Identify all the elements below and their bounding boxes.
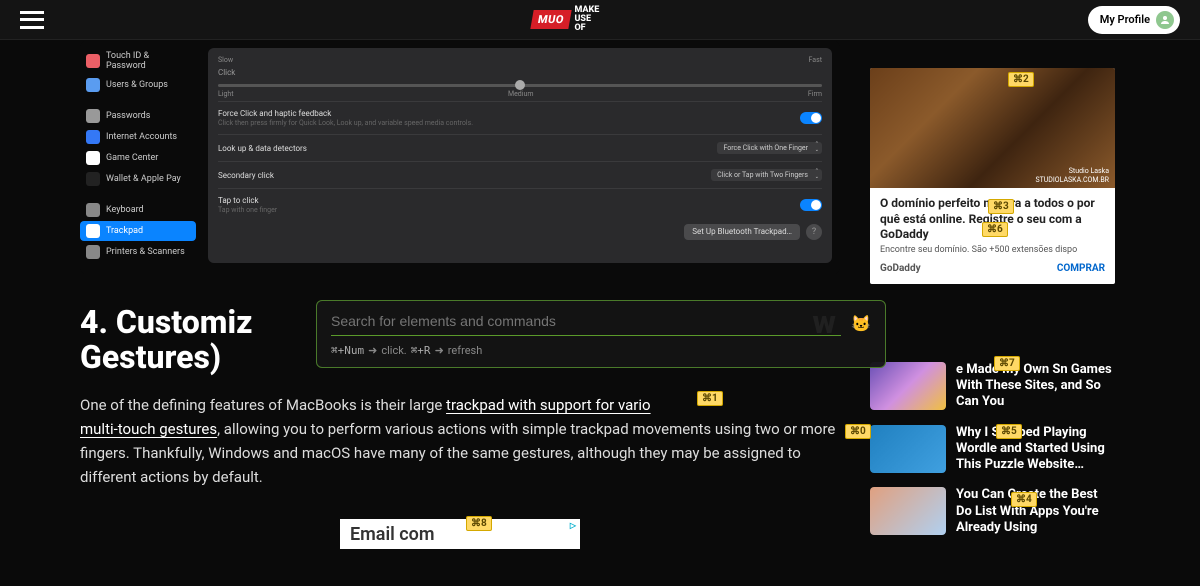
macos-sidebar-item[interactable]: Game Center: [80, 148, 196, 168]
adchoices-icon[interactable]: ▷: [570, 521, 576, 530]
help-button[interactable]: ?: [806, 224, 822, 240]
ad-cta-button[interactable]: COMPRAR: [1057, 263, 1105, 274]
profile-label: My Profile: [1100, 13, 1150, 26]
trending-item[interactable]: Why I Stopped Playing Wordle and Started…: [870, 425, 1115, 474]
gestures-link[interactable]: multi-touch gestures: [80, 420, 217, 438]
command-palette[interactable]: 🐱 ⌘+Num➜click. ⌘+R➜refresh: [316, 300, 886, 368]
macos-screenshot: Touch ID & PasswordUsers & Groups Passwor…: [80, 40, 840, 275]
macos-sidebar-item[interactable]: Trackpad: [80, 221, 196, 241]
macos-sidebar-item[interactable]: Internet Accounts: [80, 127, 196, 147]
macos-sidebar-item[interactable]: Users & Groups: [80, 75, 196, 95]
right-sidebar: Ad Studio LaskaSTUDIOLASKA.COM.BR O domí…: [870, 40, 1115, 586]
macos-sidebar: Touch ID & PasswordUsers & Groups Passwor…: [80, 48, 200, 263]
shortcut-tag: ⌘7: [994, 356, 1020, 371]
avatar-icon: [1156, 11, 1174, 29]
trending-item[interactable]: You Can Create the Best Do List With App…: [870, 487, 1115, 536]
shortcut-tag: ⌘1: [697, 391, 723, 406]
command-input[interactable]: [331, 311, 841, 336]
shortcut-tag: ⌘5: [996, 424, 1022, 439]
trending-item[interactable]: e Made My Own Sn Games With These Sites,…: [870, 362, 1115, 411]
macos-sidebar-item[interactable]: Keyboard: [80, 200, 196, 220]
command-hints: ⌘+Num➜click. ⌘+R➜refresh: [331, 344, 871, 357]
setup-bluetooth-button[interactable]: Set Up Bluetooth Trackpad…: [684, 224, 800, 240]
menu-icon[interactable]: [20, 11, 44, 29]
macos-sidebar-item[interactable]: Wallet & Apple Pay: [80, 169, 196, 189]
shortcut-tag: ⌘4: [1011, 492, 1037, 507]
macos-sidebar-item[interactable]: Passwords: [80, 106, 196, 126]
inline-ad[interactable]: Email com ▷: [340, 519, 580, 549]
ad-image: Studio LaskaSTUDIOLASKA.COM.BR: [870, 68, 1115, 188]
profile-button[interactable]: My Profile: [1088, 6, 1180, 34]
cat-icon: 🐱: [851, 314, 871, 333]
shortcut-tag: ⌘2: [1008, 72, 1034, 87]
logo-badge: MUO: [531, 10, 572, 29]
logo-text: MAKEUSEOF: [574, 6, 599, 33]
sidebar-ad[interactable]: Ad Studio LaskaSTUDIOLASKA.COM.BR O domí…: [870, 68, 1115, 284]
macos-panel: SlowFast Click LightMediumFirm Force Cli…: [208, 48, 832, 263]
shortcut-tag: ⌘6: [982, 222, 1008, 237]
shortcut-tag: ⌘8: [466, 516, 492, 531]
ad-subtitle: Encontre seu domínio. São +500 extensões…: [880, 245, 1105, 255]
toggle[interactable]: [800, 199, 822, 211]
site-header: MUO MAKEUSEOF My Profile: [0, 0, 1200, 40]
macos-sidebar-item[interactable]: Printers & Scanners: [80, 242, 196, 262]
secondary-select[interactable]: Click or Tap with Two Fingers: [711, 169, 822, 181]
shortcut-tag: ⌘3: [988, 199, 1014, 214]
shortcut-tag: ⌘0: [845, 424, 871, 439]
macos-sidebar-item[interactable]: Touch ID & Password: [80, 48, 196, 74]
article-paragraph: One of the defining features of MacBooks…: [80, 393, 840, 489]
lookup-select[interactable]: Force Click with One Finger: [717, 142, 822, 154]
ad-brand: GoDaddy: [880, 263, 921, 274]
trending-heading: [870, 324, 1115, 348]
toggle[interactable]: [800, 112, 822, 124]
trackpad-link[interactable]: trackpad with support for vario: [446, 396, 651, 414]
site-logo[interactable]: MUO MAKEUSEOF: [532, 6, 599, 33]
